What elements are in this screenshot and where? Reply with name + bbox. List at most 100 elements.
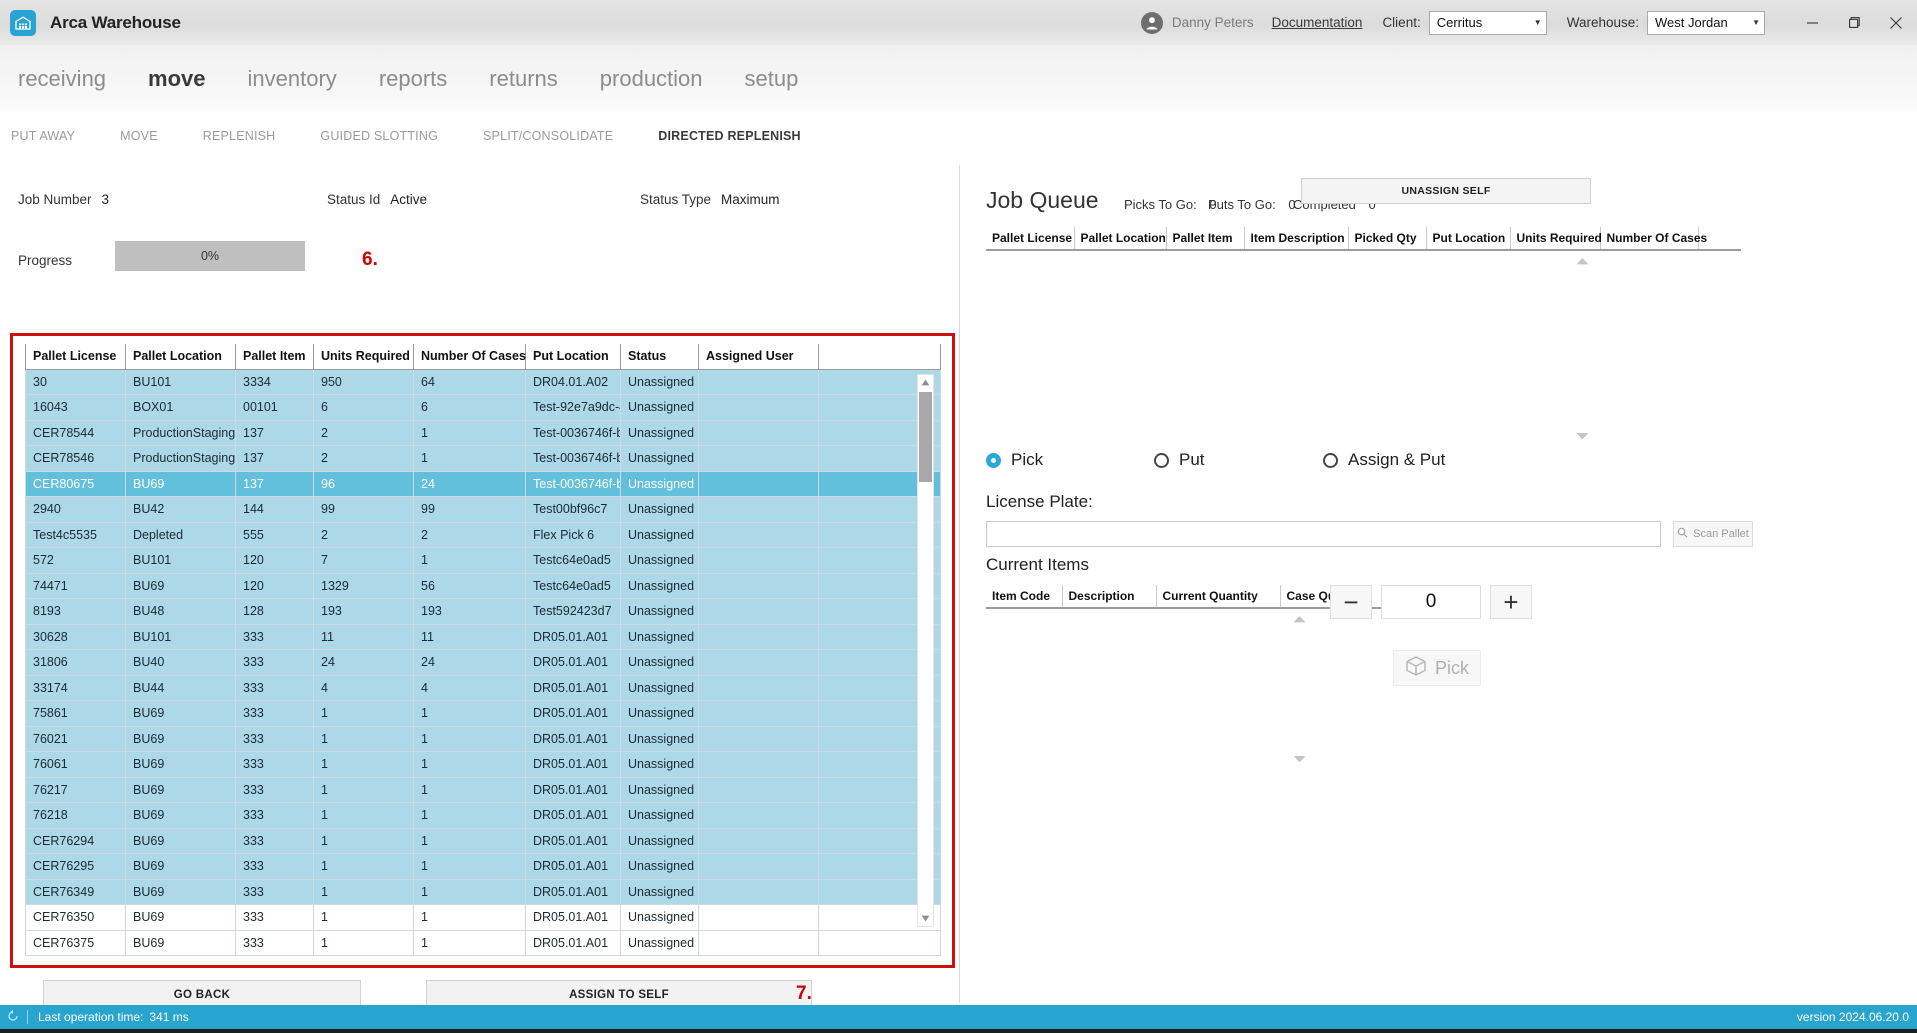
increment-button[interactable]: +	[1490, 585, 1532, 619]
cell-assigned-user	[698, 853, 819, 880]
scroll-down-icon[interactable]	[918, 911, 933, 926]
jq-col-put-location[interactable]: Put Location	[1426, 227, 1511, 251]
ci-col-item-code[interactable]: Item Code	[986, 585, 1063, 609]
subnav-item-replenish[interactable]: REPLENISH	[203, 129, 276, 143]
subnav-item-guided-slotting[interactable]: GUIDED SLOTTING	[320, 129, 438, 143]
warehouse-label: Warehouse:	[1566, 15, 1639, 30]
cell-units-required: 2	[313, 445, 414, 472]
table-row[interactable]: CER76294 BU69 333 1 1 DR05.01.A01 Unassigned	[25, 828, 941, 854]
scrollbar-thumb[interactable]	[919, 392, 932, 482]
col-pallet-item[interactable]: Pallet Item	[235, 344, 314, 370]
table-row[interactable]: 76218 BU69 333 1 1 DR05.01.A01 Unassigned	[25, 802, 941, 829]
table-row[interactable]: CER76349 BU69 333 1 1 DR05.01.A01 Unassigned	[25, 879, 941, 905]
table-row[interactable]: 33174 BU44 333 4 4 DR05.01.A01 Unassigned	[25, 675, 941, 701]
unassign-self-button[interactable]: UNASSIGN SELF	[1301, 178, 1591, 204]
current-items-scroll-down-icon[interactable]	[1293, 755, 1306, 766]
current-items-scroll-up-icon[interactable]	[1293, 615, 1306, 626]
cell-put-location: Test-0036746f-b	[525, 445, 621, 472]
subnav-item-directed-replenish[interactable]: DIRECTED REPLENISH	[658, 129, 801, 143]
cell-number-of-cases: 56	[413, 573, 526, 599]
nav-item-move[interactable]: move	[148, 66, 205, 92]
subnav-item-move[interactable]: MOVE	[120, 129, 158, 143]
table-row[interactable]: CER76375 BU69 333 1 1 DR05.01.A01 Unassigned	[25, 930, 941, 956]
documentation-link[interactable]: Documentation	[1272, 15, 1363, 30]
table-row[interactable]: 16043 BOX01 00101 6 6 Test-92e7a9dc-4 Unassign…	[25, 394, 941, 421]
nav-item-returns[interactable]: returns	[489, 66, 557, 92]
col-assigned-user[interactable]: Assigned User	[698, 344, 819, 370]
client-select[interactable]: Cerritus ▼	[1428, 10, 1547, 35]
radio-put[interactable]: Put	[1154, 450, 1205, 470]
table-row[interactable]: 572 BU101 120 7 1 Testc64e0ad5 Unassigned	[25, 547, 941, 574]
cell-assigned-user	[698, 828, 819, 854]
nav-item-receiving[interactable]: receiving	[18, 66, 106, 92]
nav-item-production[interactable]: production	[600, 66, 703, 92]
radio-pick[interactable]: Pick	[986, 450, 1043, 470]
nav-item-reports[interactable]: reports	[379, 66, 447, 92]
table-row[interactable]: 30628 BU101 333 11 11 DR05.01.A01 Unassigned	[25, 624, 941, 650]
subnav-item-put-away[interactable]: PUT AWAY	[11, 129, 75, 143]
subnav-item-split-consolidate[interactable]: SPLIT/CONSOLIDATE	[483, 129, 613, 143]
cell-units-required: 1	[313, 751, 414, 778]
maximize-button[interactable]	[1833, 0, 1875, 45]
table-row[interactable]: CER80675 BU69 137 96 24 Test-0036746f-b Unassi…	[25, 471, 941, 497]
table-row[interactable]: 74471 BU69 120 1329 56 Testc64e0ad5 Unassigned	[25, 573, 941, 599]
jq-col-item-description[interactable]: Item Description	[1244, 227, 1349, 251]
table-row[interactable]: 8193 BU48 128 193 193 Test592423d7 Unassigned	[25, 598, 941, 625]
minimize-button[interactable]	[1791, 0, 1833, 45]
radio-assign-and-put[interactable]: Assign & Put	[1323, 450, 1445, 470]
table-row[interactable]: 76021 BU69 333 1 1 DR05.01.A01 Unassigned	[25, 726, 941, 752]
col-number-of-cases[interactable]: Number Of Cases	[413, 344, 526, 370]
nav-item-inventory[interactable]: inventory	[248, 66, 337, 92]
table-row[interactable]: CER78544 ProductionStaging 137 2 1 Test-00367…	[25, 420, 941, 446]
table-row[interactable]: 30 BU101 3334 950 64 DR04.01.A02 Unassigned	[25, 369, 941, 395]
ci-col-description[interactable]: Description	[1062, 585, 1157, 609]
close-button[interactable]	[1875, 0, 1917, 45]
nav-item-setup[interactable]: setup	[745, 66, 799, 92]
job-queue-scroll-up-icon[interactable]	[1576, 257, 1589, 268]
cell-pallet-item: 333	[235, 751, 314, 778]
table-row[interactable]: CER78546 ProductionStaging 137 2 1 Test-00367…	[25, 445, 941, 472]
table-row[interactable]: CER76350 BU69 333 1 1 DR05.01.A01 Unassigned	[25, 904, 941, 931]
cell-pallet-item: 128	[235, 598, 314, 625]
table-row[interactable]: Test4c5535 Depleted 555 2 2 Flex Pick 6 Unassi…	[25, 522, 941, 548]
table-row[interactable]: CER76295 BU69 333 1 1 DR05.01.A01 Unassigned	[25, 853, 941, 880]
cell-status: Unassigned	[620, 828, 699, 854]
decrement-button[interactable]: −	[1330, 585, 1372, 619]
jq-col-pallet-license[interactable]: Pallet License	[986, 227, 1075, 251]
radio-pick-label: Pick	[1011, 450, 1044, 469]
col-put-location[interactable]: Put Location	[525, 344, 621, 370]
col-pallet-location[interactable]: Pallet Location	[125, 344, 236, 370]
warehouse-select[interactable]: West Jordan ▼	[1647, 10, 1765, 35]
cell-pallet-item: 333	[235, 879, 314, 905]
table-row[interactable]: 76217 BU69 333 1 1 DR05.01.A01 Unassigned	[25, 777, 941, 803]
cell-pallet-license: CER76350	[25, 904, 126, 931]
jq-col-units-required[interactable]: Units Required	[1510, 227, 1602, 251]
table-row[interactable]: 75861 BU69 333 1 1 DR05.01.A01 Unassigned	[25, 700, 941, 727]
cell-pallet-location: BU69	[125, 751, 236, 778]
pick-button[interactable]: Pick	[1393, 650, 1481, 686]
ci-col-current-quantity[interactable]: Current Quantity	[1156, 585, 1281, 609]
table-row[interactable]: 2940 BU42 144 99 99 Test00bf96c7 Unassigned	[25, 496, 941, 523]
jq-col-picked-qty[interactable]: Picked Qty	[1348, 227, 1427, 251]
quantity-stepper: − 0 +	[1330, 585, 1532, 619]
cell-pallet-location: BU101	[125, 624, 236, 650]
replenish-table-scroll[interactable]: Pallet License Pallet Location Pallet It…	[25, 344, 941, 956]
replenish-table-scrollbar[interactable]	[917, 374, 934, 927]
scroll-up-icon[interactable]	[918, 375, 933, 390]
cell-put-location: DR05.01.A01	[525, 726, 621, 752]
quantity-value[interactable]: 0	[1381, 585, 1481, 619]
col-units-required[interactable]: Units Required	[313, 344, 414, 370]
job-number-label: Job Number	[18, 192, 92, 207]
col-pallet-license[interactable]: Pallet License	[25, 344, 126, 370]
jq-col-pallet-item[interactable]: Pallet Item	[1166, 227, 1245, 251]
license-plate-input[interactable]	[986, 521, 1661, 547]
cell-pallet-item: 333	[235, 649, 314, 676]
col-status[interactable]: Status	[620, 344, 699, 370]
jq-col-number-of-cases[interactable]: Number Of Cases	[1600, 227, 1707, 251]
scan-pallet-button[interactable]: Scan Pallet	[1673, 521, 1753, 547]
title-bar-right: Danny Peters Documentation Client: Cerri…	[1140, 0, 1917, 45]
jq-col-pallet-location[interactable]: Pallet Location	[1074, 227, 1167, 251]
job-queue-scroll-down-icon[interactable]	[1576, 432, 1589, 443]
table-row[interactable]: 76061 BU69 333 1 1 DR05.01.A01 Unassigned	[25, 751, 941, 778]
table-row[interactable]: 31806 BU40 333 24 24 DR05.01.A01 Unassigned	[25, 649, 941, 676]
